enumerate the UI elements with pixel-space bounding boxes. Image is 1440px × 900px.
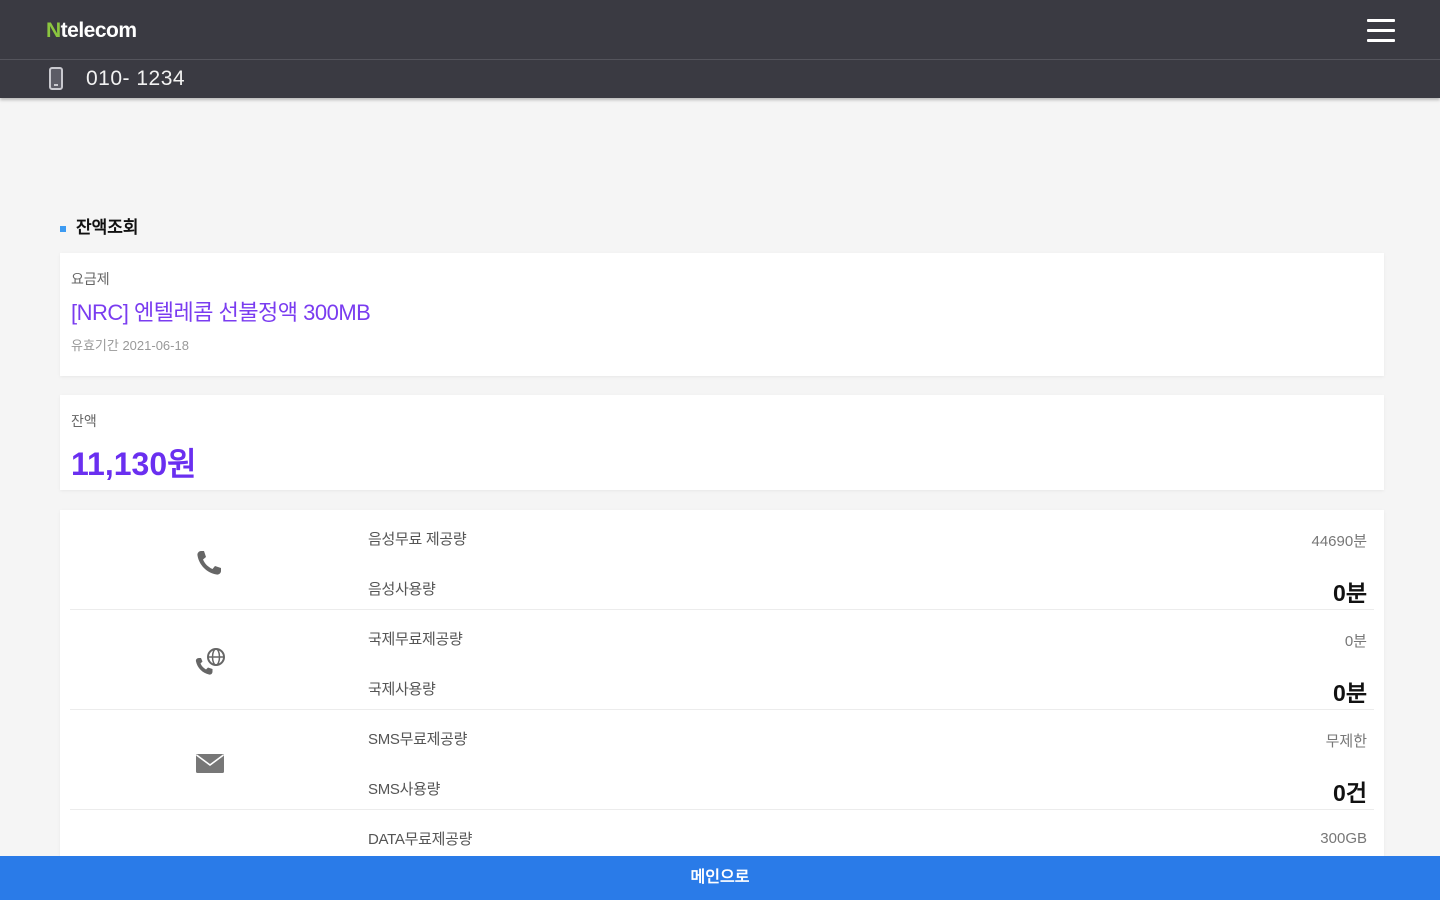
plan-name: [NRC] 엔텔레콤 선불정액 300MB xyxy=(71,300,371,325)
data-free-label: DATA무료제공량 xyxy=(368,831,473,848)
logo-text: telecom xyxy=(60,19,137,42)
plan-validity: 유효기간 2021-06-18 xyxy=(71,338,189,353)
top-header: Ntelecom xyxy=(0,0,1440,60)
sms-free-label: SMS무료제공량 xyxy=(368,731,468,748)
intl-used-value: 0분 xyxy=(1333,680,1367,706)
sms-used-value: 0건 xyxy=(1333,780,1367,806)
envelope-icon xyxy=(196,754,224,773)
intl-free-label: 국제무료제공량 xyxy=(368,631,463,648)
data-free-value: 300GB xyxy=(1320,830,1367,847)
menu-line xyxy=(1367,19,1395,22)
mobile-phone-icon xyxy=(49,67,63,90)
plan-label: 요금제 xyxy=(71,271,110,287)
voice-used-value: 0분 xyxy=(1333,580,1367,606)
voice-free-value: 44690분 xyxy=(1311,533,1367,550)
usage-row-data: DATA무료제공량 300GB xyxy=(60,810,1384,856)
sms-used-label: SMS사용량 xyxy=(368,781,441,798)
usage-row-sms: SMS무료제공량 무제한 SMS사용량 0건 xyxy=(60,710,1384,810)
hamburger-menu-icon[interactable] xyxy=(1364,16,1398,46)
section-title-text: 잔액조회 xyxy=(76,218,139,237)
balance-label: 잔액 xyxy=(71,413,97,429)
plan-card: 요금제 [NRC] 엔텔레콤 선불정액 300MB 유효기간 2021-06-1… xyxy=(60,253,1384,376)
phone-number-bar: 010- 1234 xyxy=(0,60,1440,98)
logo-n: N xyxy=(46,19,61,42)
voice-used-label: 음성사용량 xyxy=(368,581,436,598)
balance-card: 잔액 11,130원 xyxy=(60,395,1384,490)
intl-used-label: 국제사용량 xyxy=(368,681,436,698)
menu-line xyxy=(1367,29,1395,32)
balance-amount: 11,130원 xyxy=(71,446,197,482)
section-bullet xyxy=(60,226,66,232)
usage-row-international: 국제무료제공량 0분 국제사용량 0분 xyxy=(60,610,1384,710)
usage-row-voice: 음성무료 제공량 44690분 음성사용량 0분 xyxy=(60,510,1384,610)
phone-number: 010- 1234 xyxy=(86,67,186,90)
menu-line xyxy=(1367,39,1395,42)
data-arrows-icon xyxy=(192,846,228,856)
sms-free-value: 무제한 xyxy=(1325,733,1367,750)
main-menu-button[interactable]: 메인으로 xyxy=(0,856,1440,900)
voice-free-label: 음성무료 제공량 xyxy=(368,531,467,548)
brand-logo[interactable]: Ntelecom xyxy=(46,19,137,43)
phone-call-icon xyxy=(197,551,221,575)
international-call-icon xyxy=(195,648,225,675)
intl-free-value: 0분 xyxy=(1344,633,1367,650)
usage-card: 음성무료 제공량 44690분 음성사용량 0분 국제무료제공량 0분 국제사용… xyxy=(60,510,1384,856)
section-title: 잔액조회 xyxy=(60,213,139,238)
